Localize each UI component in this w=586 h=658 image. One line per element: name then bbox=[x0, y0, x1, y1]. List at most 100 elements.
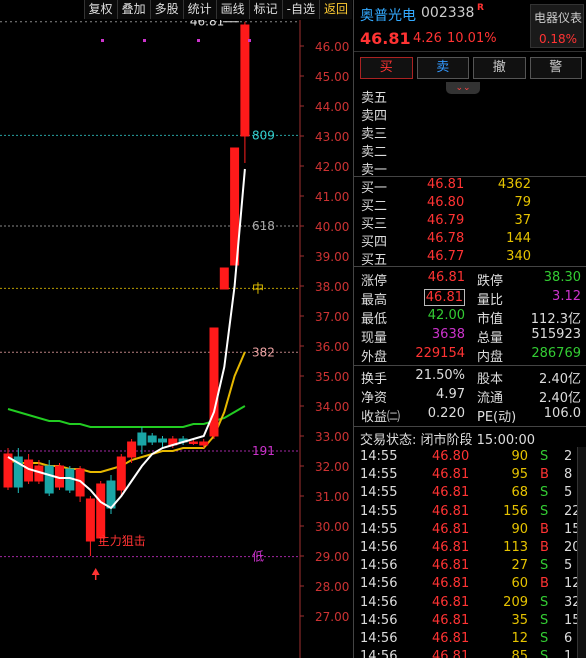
quote-panel: 奥普光电 002338 R 46.81 4.26 10.01% 电器仪表 0.1… bbox=[353, 0, 586, 658]
tick-row[interactable]: 14:55 46.81 95 B 8 bbox=[354, 467, 586, 485]
stat-label: 流通 bbox=[477, 391, 504, 406]
y-axis-tick-label: 40.00 bbox=[315, 220, 349, 234]
bid-level-row[interactable]: 买一 46.81 4362 bbox=[354, 177, 586, 196]
fib-level-label: 382 bbox=[252, 345, 275, 359]
ask-level-row[interactable]: 卖四 bbox=[354, 105, 586, 124]
ask-level-row[interactable]: 卖二 bbox=[354, 141, 586, 160]
candle-body bbox=[116, 456, 126, 491]
stat-value: 21.50% bbox=[415, 368, 465, 383]
tick-side: S bbox=[540, 612, 549, 628]
tick-row[interactable]: 14:55 46.81 90 B 15 bbox=[354, 522, 586, 540]
tick-price: 46.81 bbox=[432, 576, 470, 592]
candle-body bbox=[137, 432, 147, 446]
tick-row[interactable]: 14:56 46.81 35 S 15 bbox=[354, 613, 586, 631]
stat-value: 0.220 bbox=[427, 406, 465, 421]
toolbar-button[interactable]: 返回 bbox=[318, 0, 352, 19]
stat-label: 外盘 bbox=[361, 350, 388, 365]
y-axis-tick-label: 36.00 bbox=[315, 340, 349, 354]
tick-row[interactable]: 14:55 46.81 156 S 22 bbox=[354, 504, 586, 522]
tick-row[interactable]: 14:56 46.81 60 B 12 bbox=[354, 576, 586, 594]
alert-button[interactable]: 警 bbox=[529, 57, 582, 79]
tick-vol: 35 bbox=[511, 612, 528, 628]
candle-body bbox=[147, 435, 157, 443]
toolbar-button[interactable]: 标记 bbox=[248, 0, 282, 19]
tick-price: 46.81 bbox=[432, 558, 470, 574]
y-axis-tick-label: 42.00 bbox=[315, 160, 349, 174]
y-axis-tick-label: 32.00 bbox=[315, 460, 349, 474]
ask-level-row[interactable]: 卖五 bbox=[354, 87, 586, 106]
tick-row[interactable]: 14:56 46.81 85 S 1 bbox=[354, 649, 586, 658]
tick-side: S bbox=[540, 449, 549, 464]
stat-label: 最高 bbox=[361, 293, 388, 308]
ask-level-row[interactable]: 卖一 bbox=[354, 159, 586, 178]
bid-vol: 37 bbox=[514, 213, 531, 228]
y-axis-tick-label: 43.00 bbox=[315, 130, 349, 144]
tick-price: 46.81 bbox=[432, 485, 470, 501]
bid-price: 46.77 bbox=[427, 249, 465, 264]
stat-value: 38.30 bbox=[543, 270, 581, 285]
stat-value: 286769 bbox=[531, 346, 581, 361]
toolbar-button[interactable]: 统计 bbox=[182, 0, 216, 19]
bid-level-row[interactable]: 买三 46.79 37 bbox=[354, 213, 586, 232]
stat-cell: 净资 4.97 bbox=[361, 387, 465, 406]
tick-time: 14:55 bbox=[360, 485, 398, 501]
bid-vol: 79 bbox=[514, 195, 531, 210]
tick-side: S bbox=[540, 631, 549, 646]
tick-row[interactable]: 14:55 46.81 68 S 5 bbox=[354, 485, 586, 503]
candle-body bbox=[96, 483, 106, 539]
bid-level-row[interactable]: 买五 46.77 340 bbox=[354, 249, 586, 268]
candle-body bbox=[85, 498, 95, 542]
tick-time: 14:55 bbox=[360, 521, 398, 537]
sector-box[interactable]: 电器仪表 0.18% bbox=[530, 4, 584, 48]
sector-change-pct: 0.18% bbox=[538, 32, 578, 46]
stock-code: 002338 bbox=[421, 5, 475, 21]
stock-name[interactable]: 奥普光电 bbox=[360, 5, 416, 25]
cancel-order-button[interactable]: 撤 bbox=[473, 57, 526, 79]
buy-button[interactable]: 买 bbox=[360, 57, 413, 79]
y-axis-tick-label: 39.00 bbox=[315, 250, 349, 264]
kline-chart[interactable]: 809 618 中 382 191 低 46.00 45.00 44.00 43.00 42.00 4… bbox=[0, 20, 352, 658]
toolbar-button[interactable]: -自选 bbox=[281, 0, 319, 19]
tick-row[interactable]: 14:56 46.81 12 S 6 bbox=[354, 631, 586, 649]
top-marker bbox=[101, 39, 104, 42]
tick-time: 14:56 bbox=[360, 649, 398, 658]
stat-label: 净资 bbox=[361, 391, 388, 406]
divider bbox=[354, 426, 586, 427]
y-axis-tick-label: 33.00 bbox=[315, 430, 349, 444]
stat-value: 4.97 bbox=[436, 387, 465, 402]
sell-button[interactable]: 卖 bbox=[416, 57, 469, 79]
tick-side: B bbox=[540, 540, 549, 555]
stat-cell: 总量 515923 bbox=[477, 327, 581, 346]
toolbar-button[interactable]: 复权 bbox=[83, 0, 117, 19]
high-price-marker: 46.81 bbox=[190, 20, 224, 29]
bid-price: 46.80 bbox=[427, 195, 465, 210]
ma-line-yellow bbox=[7, 351, 246, 473]
stat-value: 2.40亿 bbox=[539, 372, 581, 387]
tick-cnt: 1 bbox=[564, 649, 573, 658]
stat-label: 内盘 bbox=[477, 350, 504, 365]
tick-row[interactable]: 14:56 46.81 113 B 20 bbox=[354, 540, 586, 558]
ask-level-row[interactable]: 卖三 bbox=[354, 123, 586, 142]
tick-vol: 90 bbox=[511, 521, 528, 537]
toolbar-button[interactable]: 叠加 bbox=[116, 0, 150, 19]
toolbar-button[interactable]: 多股 bbox=[149, 0, 183, 19]
bid-level-row[interactable]: 买四 46.78 144 bbox=[354, 231, 586, 250]
toolbar-button[interactable]: 画线 bbox=[215, 0, 249, 19]
tick-list-scrollbar[interactable] bbox=[577, 447, 586, 658]
bid-vol: 4362 bbox=[497, 177, 531, 192]
chart-toolbar: 复权 叠加 多股 统计 画线 标记 -自选 返回 bbox=[0, 0, 352, 20]
ask-label: 卖四 bbox=[361, 109, 388, 124]
stat-label: 现量 bbox=[361, 331, 388, 346]
tick-price: 46.81 bbox=[432, 467, 470, 483]
stat-label: 总量 bbox=[477, 331, 504, 346]
bid-vol: 340 bbox=[506, 249, 531, 264]
stat-value: 3638 bbox=[431, 327, 465, 342]
tick-row[interactable]: 14:56 46.81 209 S 32 bbox=[354, 595, 586, 613]
tick-vol: 60 bbox=[511, 576, 528, 592]
kline-chart-panel[interactable]: 复权 叠加 多股 统计 画线 标记 -自选 返回 809 618 中 382 191 低 46.00 45.… bbox=[0, 0, 352, 658]
tick-side: B bbox=[540, 576, 549, 592]
bid-level-row[interactable]: 买二 46.80 79 bbox=[354, 195, 586, 214]
tick-vol: 209 bbox=[503, 594, 528, 610]
tick-row[interactable]: 14:55 46.80 90 S 2 bbox=[354, 449, 586, 467]
tick-row[interactable]: 14:56 46.81 27 S 5 bbox=[354, 558, 586, 576]
